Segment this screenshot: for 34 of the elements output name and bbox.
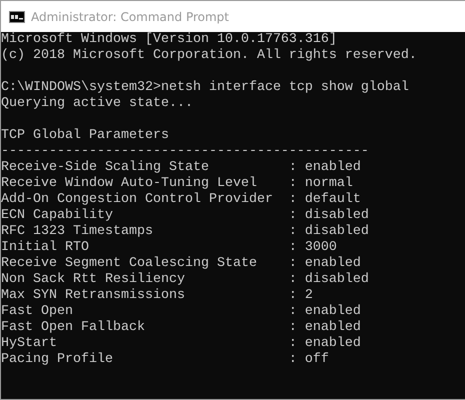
parameter-value: : 3000 [288, 240, 337, 256]
parameter-value: : disabled [288, 224, 369, 240]
parameter-value: : normal [288, 176, 353, 192]
parameter-name: Initial RTO [1, 240, 90, 256]
parameter-value: : enabled [288, 256, 361, 272]
parameter-value: : off [288, 352, 329, 368]
parameter-value: : enabled [288, 320, 361, 336]
window-title: Administrator: Command Prompt [31, 10, 229, 24]
parameter-name: Receive Window Auto-Tuning Level [1, 176, 258, 192]
parameter-value: : disabled [288, 208, 369, 224]
parameter-name: Non Sack Rtt Resiliency [1, 272, 186, 288]
parameter-value: : 2 [288, 288, 313, 304]
command-line: C:\WINDOWS\system32>netsh interface tcp show global [1, 80, 409, 95]
parameter-name: Fast Open [1, 304, 74, 320]
console-line: Querying active state... [1, 96, 193, 111]
parameter-value: : disabled [288, 272, 369, 288]
parameter-name: Max SYN Retransmissions [1, 288, 186, 304]
section-heading: TCP Global Parameters [1, 128, 169, 143]
parameter-name: ECN Capability [1, 208, 114, 224]
parameter-name: Pacing Profile [1, 352, 114, 368]
parameter-value: : enabled [288, 336, 361, 352]
parameter-name: Fast Open Fallback [1, 320, 146, 336]
parameter-name: Add-On Congestion Control Provider [1, 192, 274, 208]
parameter-value: : enabled [288, 160, 361, 176]
console-line: (c) 2018 Microsoft Corporation. All rights reserved. [1, 48, 417, 63]
divider-line: ---------------------------------------------- [1, 144, 369, 159]
parameter-value: : enabled [288, 304, 361, 320]
parameter-value: : default [288, 192, 361, 208]
parameter-name: HyStart [1, 336, 58, 352]
parameter-name: Receive-Side Scaling State [1, 160, 210, 176]
parameter-name: Receive Segment Coalescing State [1, 256, 258, 272]
console-icon [9, 10, 25, 22]
console-line: Microsoft Windows [Version 10.0.17763.316] [1, 32, 337, 47]
parameter-name: RFC 1323 Timestamps [1, 224, 154, 240]
